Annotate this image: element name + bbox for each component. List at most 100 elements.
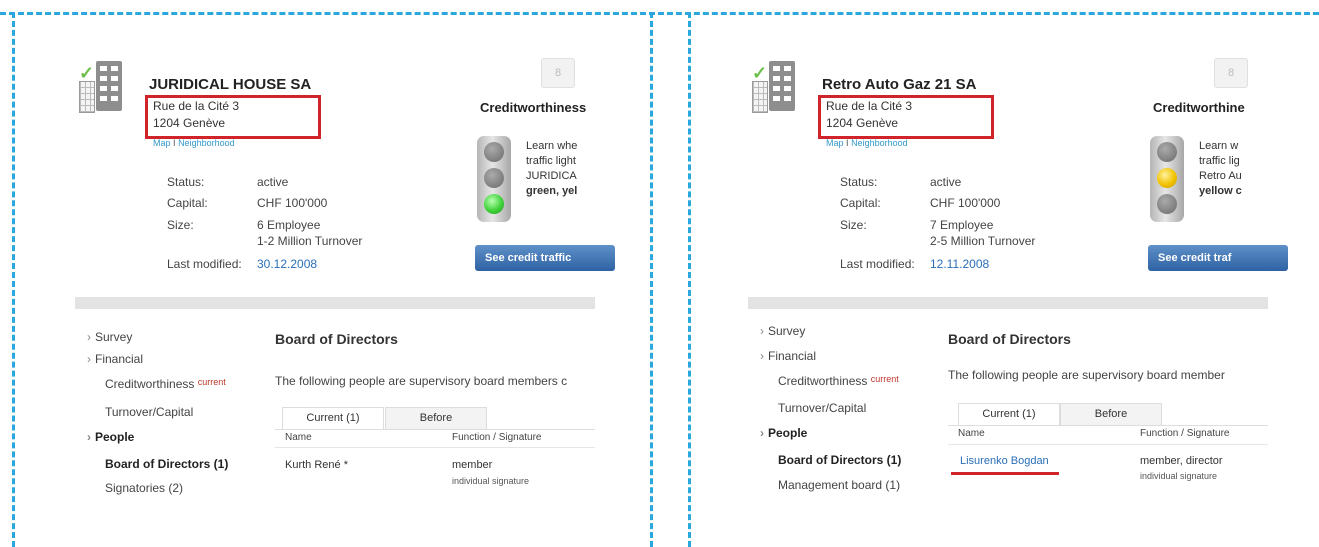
nav-people[interactable]: › People bbox=[87, 430, 134, 444]
table-header-divider bbox=[948, 444, 1268, 445]
company-profile: ✓ JURIDICAL HOUSE SA Rue de la Cité 3 12… bbox=[75, 0, 615, 547]
table-cell-name: Kurth René * bbox=[285, 459, 348, 471]
neighborhood-link[interactable]: Neighborhood bbox=[178, 138, 235, 148]
left-comparison-panel: ✓ JURIDICAL HOUSE SA Rue de la Cité 3 12… bbox=[0, 0, 655, 547]
nav-creditworthiness-label: Creditworthiness bbox=[778, 374, 868, 388]
nav-survey[interactable]: › Survey bbox=[760, 324, 805, 338]
section-title: Board of Directors bbox=[948, 331, 1071, 347]
status-label: Status: bbox=[167, 175, 205, 189]
small-building-icon bbox=[79, 81, 95, 113]
traffic-light-icon bbox=[1150, 136, 1184, 222]
traffic-lamp-top bbox=[1157, 142, 1177, 162]
company-building-icon: ✓ bbox=[752, 61, 812, 121]
tab-current[interactable]: Current (1) bbox=[958, 403, 1060, 425]
traffic-light-icon bbox=[477, 136, 511, 222]
company-building-icon: ✓ bbox=[79, 61, 139, 121]
map-link-separator: I bbox=[173, 138, 176, 148]
cw-text-line2: traffic light bbox=[526, 155, 576, 167]
traffic-lamp-middle bbox=[484, 168, 504, 188]
small-building-icon bbox=[752, 81, 768, 113]
capital-label: Capital: bbox=[167, 196, 208, 210]
size-turnover: 1-2 Million Turnover bbox=[257, 234, 363, 248]
table-cell-signature: individual signature bbox=[1140, 471, 1218, 481]
current-tag: current bbox=[197, 377, 226, 387]
nav-financial-label: Financial bbox=[768, 349, 817, 363]
nav-survey[interactable]: › Survey bbox=[87, 330, 132, 344]
section-separator bbox=[748, 297, 1268, 309]
company-name: Retro Auto Gaz 21 SA bbox=[822, 76, 977, 93]
intro-text: The following people are supervisory boa… bbox=[275, 374, 568, 388]
last-modified-value: 30.12.2008 bbox=[257, 257, 318, 271]
intro-text: The following people are supervisory boa… bbox=[948, 368, 1225, 382]
map-link-separator: I bbox=[846, 138, 849, 148]
capital-value: CHF 100'000 bbox=[257, 196, 328, 210]
table-cell-signature: individual signature bbox=[452, 476, 530, 486]
capital-value: CHF 100'000 bbox=[930, 196, 1001, 210]
options-pill-button[interactable]: 8 bbox=[541, 58, 575, 88]
tab-current[interactable]: Current (1) bbox=[282, 407, 384, 429]
size-employees: 6 Employee bbox=[257, 218, 321, 232]
cw-text-line3: Retro Au bbox=[1199, 170, 1242, 182]
capital-label: Capital: bbox=[840, 196, 881, 210]
nav-turnover-capital[interactable]: Turnover/Capital bbox=[778, 401, 866, 415]
section-title: Board of Directors bbox=[275, 331, 398, 347]
nav-survey-label: Survey bbox=[768, 324, 806, 338]
table-cell-name-link[interactable]: Lisurenko Bogdan bbox=[960, 455, 1049, 467]
map-link[interactable]: Map bbox=[153, 138, 171, 148]
last-modified-label: Last modified: bbox=[840, 257, 915, 271]
nav-survey-label: Survey bbox=[95, 330, 133, 344]
last-modified-value: 12.11.2008 bbox=[930, 257, 990, 271]
nav-board-of-directors[interactable]: Board of Directors (1) bbox=[778, 453, 901, 467]
nav-management-board[interactable]: Management board (1) bbox=[778, 478, 900, 492]
nav-people-label: People bbox=[95, 430, 135, 444]
nav-financial[interactable]: › Financial bbox=[760, 349, 816, 363]
nav-creditworthiness-label: Creditworthiness bbox=[105, 377, 195, 391]
chevron-right-icon: › bbox=[760, 426, 764, 440]
address-line-1: Rue de la Cité 3 bbox=[826, 99, 913, 113]
nav-financial[interactable]: › Financial bbox=[87, 352, 143, 366]
tabs-bar: Current (1) Before bbox=[948, 403, 1268, 426]
nav-turnover-capital[interactable]: Turnover/Capital bbox=[105, 405, 193, 419]
address-line-2: 1204 Genève bbox=[153, 116, 226, 130]
see-credit-traffic-button[interactable]: See credit traffic bbox=[475, 245, 615, 271]
neighborhood-link[interactable]: Neighborhood bbox=[851, 138, 908, 148]
column-header-name: Name bbox=[285, 432, 312, 443]
table-cell-function: member, director bbox=[1140, 455, 1223, 467]
current-tag: current bbox=[870, 374, 899, 384]
creditworthiness-title: Creditworthine bbox=[1153, 100, 1245, 115]
chevron-right-icon: › bbox=[87, 430, 91, 444]
status-value: active bbox=[930, 175, 962, 189]
nav-board-of-directors[interactable]: Board of Directors (1) bbox=[105, 457, 228, 471]
nav-creditworthiness[interactable]: Creditworthiness current bbox=[105, 377, 226, 391]
column-header-function: Function / Signature bbox=[452, 432, 542, 443]
column-header-function: Function / Signature bbox=[1140, 428, 1230, 439]
tab-before[interactable]: Before bbox=[385, 407, 487, 429]
tab-before[interactable]: Before bbox=[1060, 403, 1162, 425]
section-separator bbox=[75, 297, 595, 309]
dashed-border-left bbox=[688, 12, 691, 547]
size-turnover: 2-5 Million Turnover bbox=[930, 234, 1036, 248]
traffic-lamp-top bbox=[484, 142, 504, 162]
traffic-lamp-bottom bbox=[1157, 194, 1177, 214]
address-line-2: 1204 Genève bbox=[826, 116, 899, 130]
dashed-border-left bbox=[12, 12, 15, 547]
see-credit-traffic-button[interactable]: See credit traf bbox=[1148, 245, 1288, 271]
size-employees: 7 Employee bbox=[930, 218, 994, 232]
traffic-lamp-yellow-lit bbox=[1157, 168, 1177, 188]
map-links: Map I Neighborhood bbox=[826, 138, 908, 148]
dashed-border-right bbox=[650, 12, 653, 547]
map-links: Map I Neighborhood bbox=[153, 138, 235, 148]
cw-text-line4: green, yel bbox=[526, 185, 578, 197]
large-building-icon bbox=[96, 61, 122, 111]
last-modified-label: Last modified: bbox=[167, 257, 242, 271]
nav-signatories[interactable]: Signatories (2) bbox=[105, 481, 183, 495]
options-pill-button[interactable]: 8 bbox=[1214, 58, 1248, 88]
chevron-right-icon: › bbox=[87, 352, 91, 366]
map-link[interactable]: Map bbox=[826, 138, 844, 148]
nav-creditworthiness[interactable]: Creditworthiness current bbox=[778, 374, 899, 388]
status-label: Status: bbox=[840, 175, 878, 189]
company-name: JURIDICAL HOUSE SA bbox=[149, 76, 312, 93]
creditworthiness-title: Creditworthiness bbox=[480, 100, 587, 115]
traffic-lamp-green-lit bbox=[484, 194, 504, 214]
nav-people[interactable]: › People bbox=[760, 426, 807, 440]
